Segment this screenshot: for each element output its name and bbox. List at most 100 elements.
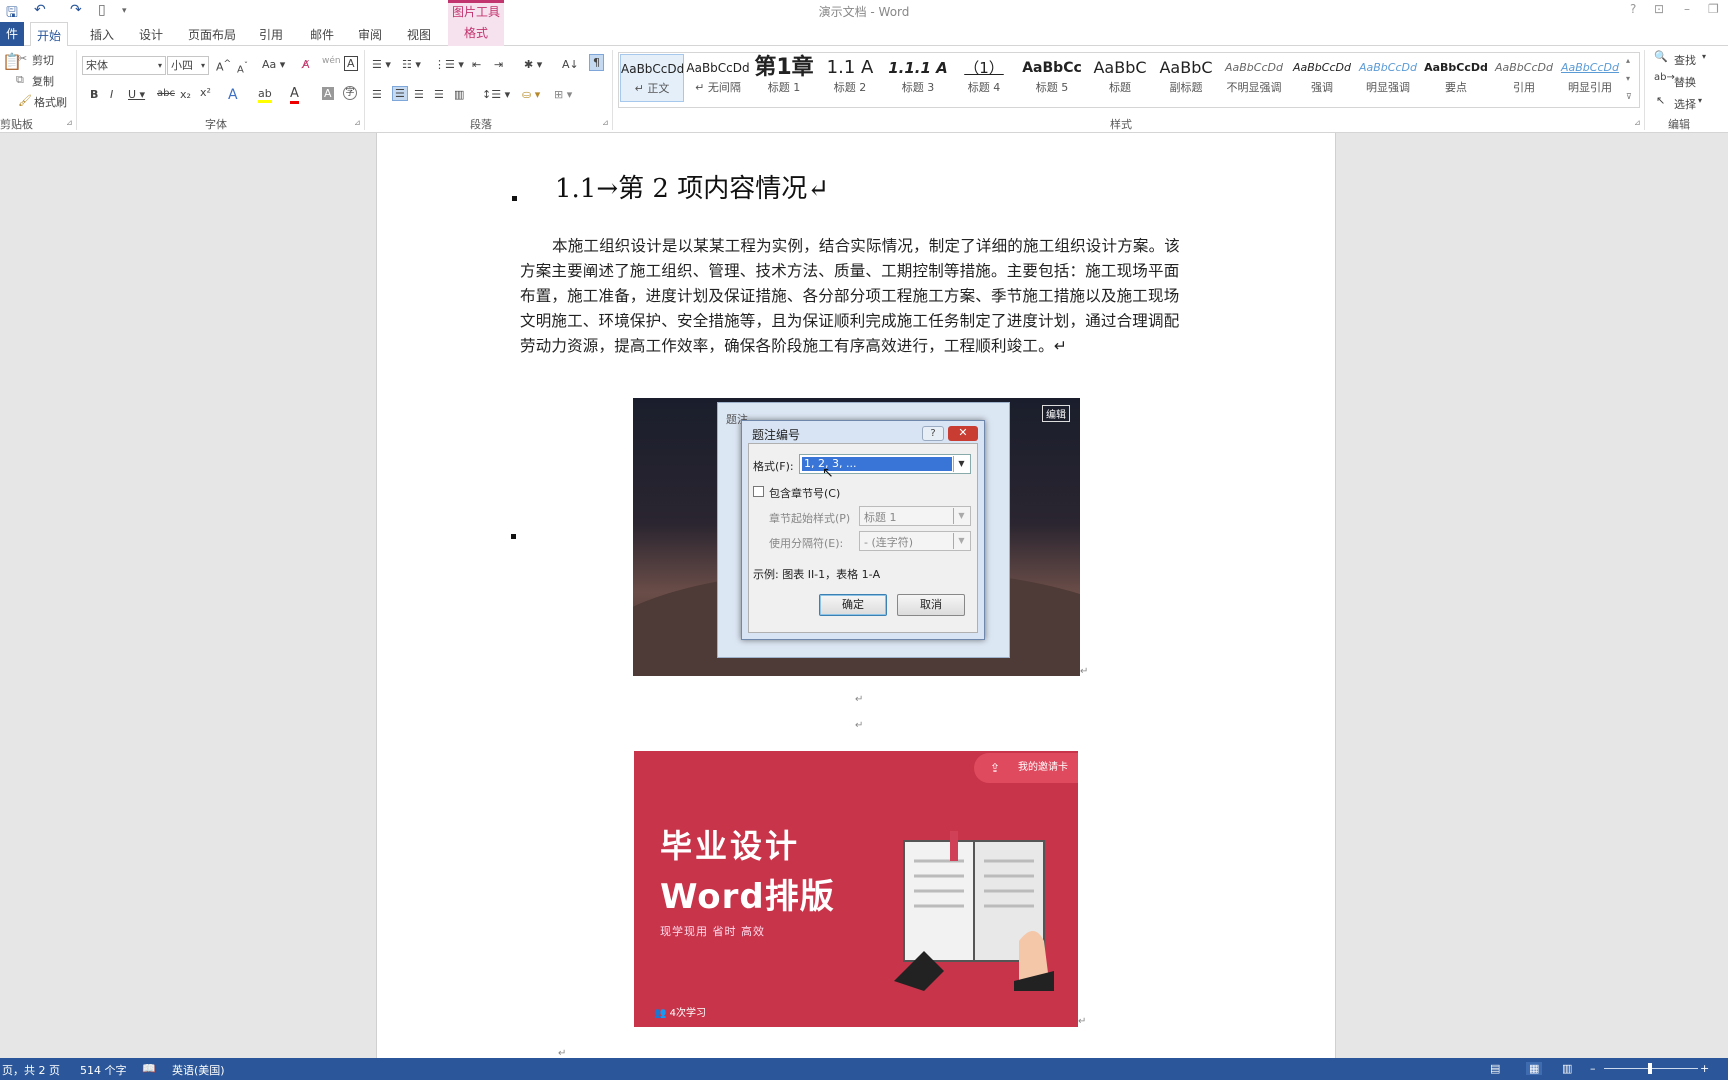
styles-launcher-icon[interactable]: ⊿ xyxy=(1634,118,1641,127)
style-intense-quote[interactable]: AaBbCcDd 明显引用 xyxy=(1558,54,1622,102)
format-painter-button[interactable]: 格式刷 xyxy=(34,94,67,110)
include-chapter-label[interactable]: 包含章节号(C) xyxy=(769,485,840,501)
style-heading-5[interactable]: AaBbCc 标题 5 xyxy=(1020,54,1084,102)
change-case-icon[interactable]: Aa ▾ xyxy=(262,58,285,71)
maximize-icon[interactable]: ❐ xyxy=(1708,2,1719,16)
numbering-icon[interactable]: ☷ ▾ xyxy=(402,58,421,71)
style-no-spacing[interactable]: AaBbCcDd ↵ 无间隔 xyxy=(686,54,750,102)
cancel-button[interactable]: 取消 xyxy=(897,594,965,616)
web-layout-icon[interactable]: ▥ xyxy=(1562,1062,1572,1075)
tab-file[interactable]: 件 xyxy=(0,22,24,46)
style-heading-3[interactable]: 1.1.1 A 标题 3 xyxy=(886,54,950,102)
tab-insert[interactable]: 插入 xyxy=(90,26,114,43)
help-icon[interactable]: ? xyxy=(1630,2,1636,16)
align-left-icon[interactable]: ☰ xyxy=(372,88,382,101)
style-emphasis[interactable]: AaBbCcDd 强调 xyxy=(1290,54,1354,102)
read-mode-icon[interactable]: ▤ xyxy=(1490,1062,1500,1075)
tab-references[interactable]: 引用 xyxy=(259,26,283,43)
subscript-icon[interactable]: x₂ xyxy=(180,88,191,101)
find-button[interactable]: 查找 xyxy=(1674,52,1696,68)
chevron-down-icon[interactable]: ▾ xyxy=(1698,96,1702,105)
zoom-in-icon[interactable]: + xyxy=(1700,1062,1709,1075)
style-quote[interactable]: AaBbCcDd 引用 xyxy=(1492,54,1556,102)
page-count[interactable]: 页，共 2 页 xyxy=(2,1062,60,1078)
phonetic-guide-icon[interactable]: wén xyxy=(322,56,341,66)
word-count[interactable]: 514 个字 xyxy=(80,1062,127,1078)
multilevel-list-icon[interactable]: ⋮☰ ▾ xyxy=(434,58,464,71)
increase-indent-icon[interactable]: ⇥ xyxy=(494,58,503,71)
style-heading-1[interactable]: 第1章 标题 1 xyxy=(752,54,816,102)
style-intense-emphasis[interactable]: AaBbCcDd 明显强调 xyxy=(1356,54,1420,102)
highlight-icon[interactable]: ab xyxy=(258,87,272,103)
clipboard-launcher-icon[interactable]: ⊿ xyxy=(66,118,73,127)
gallery-more-icon[interactable]: ⊽ xyxy=(1626,92,1632,101)
cut-button[interactable]: 剪切 xyxy=(32,52,54,68)
zoom-slider-thumb[interactable] xyxy=(1648,1063,1652,1074)
close-button[interactable]: ✕ xyxy=(948,426,978,441)
font-launcher-icon[interactable]: ⊿ xyxy=(354,118,361,127)
underline-icon[interactable]: U ▾ xyxy=(128,88,145,101)
chevron-down-icon[interactable]: ▾ xyxy=(1702,52,1706,61)
gallery-down-icon[interactable]: ▾ xyxy=(1626,74,1630,83)
include-chapter-checkbox[interactable] xyxy=(753,486,764,497)
font-size-select[interactable]: 小四 ▾ xyxy=(167,56,209,75)
italic-icon[interactable]: I xyxy=(110,88,113,101)
style-subtle-emphasis[interactable]: AaBbCcDd 不明显强调 xyxy=(1222,54,1286,102)
tab-view[interactable]: 视图 xyxy=(407,26,431,43)
print-layout-icon[interactable]: ▦ xyxy=(1526,1062,1543,1075)
text-effects-icon[interactable]: A xyxy=(228,87,238,103)
body-paragraph[interactable]: 本施工组织设计是以某某工程为实例，结合实际情况，制定了详细的施工组织设计方案。该… xyxy=(520,234,1186,359)
borders-icon[interactable]: ⊞ ▾ xyxy=(554,88,572,101)
select-button[interactable]: 选择 xyxy=(1674,96,1696,112)
tab-format[interactable]: 格式 xyxy=(448,22,504,46)
style-heading-2[interactable]: 1.1 A 标题 2 xyxy=(818,54,882,102)
enclose-characters-icon[interactable]: 字 xyxy=(343,86,357,100)
align-right-icon[interactable]: ☰ xyxy=(414,88,424,101)
tab-mailings[interactable]: 邮件 xyxy=(310,26,334,43)
tab-home[interactable]: 开始 xyxy=(30,22,69,47)
style-subtitle[interactable]: AaBbC 副标题 xyxy=(1154,54,1218,102)
tab-layout[interactable]: 页面布局 xyxy=(188,26,236,43)
superscript-icon[interactable]: x² xyxy=(200,86,211,99)
show-marks-icon[interactable]: ¶ xyxy=(589,54,604,71)
sort-icon[interactable]: A↓ xyxy=(562,58,579,71)
distributed-icon[interactable]: ▥ xyxy=(454,88,464,101)
strikethrough-icon[interactable]: abc xyxy=(157,88,175,99)
grow-font-icon[interactable]: A^ xyxy=(216,58,231,74)
shading-icon[interactable]: ⛀ ▾ xyxy=(522,88,540,101)
shrink-font-icon[interactable]: Aˇ xyxy=(237,60,248,75)
line-spacing-icon[interactable]: ↕☰ ▾ xyxy=(482,88,510,101)
bold-icon[interactable]: B xyxy=(90,88,98,101)
gallery-up-icon[interactable]: ▴ xyxy=(1626,56,1630,65)
clear-formatting-icon[interactable]: A̸ xyxy=(302,58,310,71)
zoom-out-icon[interactable]: – xyxy=(1590,1062,1596,1075)
proofing-icon[interactable]: 📖 xyxy=(142,1062,156,1075)
style-heading-4[interactable]: （1） 标题 4 xyxy=(952,54,1016,102)
paragraph-launcher-icon[interactable]: ⊿ xyxy=(602,118,609,127)
separator-select[interactable]: - (连字符) ▼ xyxy=(859,531,971,551)
ok-button[interactable]: 确定 xyxy=(819,594,887,616)
character-shading-icon[interactable]: A xyxy=(322,87,334,100)
bullets-icon[interactable]: ☰ ▾ xyxy=(372,58,391,71)
tab-review[interactable]: 审阅 xyxy=(358,26,382,43)
decrease-indent-icon[interactable]: ⇤ xyxy=(472,58,481,71)
help-button[interactable]: ? xyxy=(922,426,944,441)
heading-1-1[interactable]: 1.1→第 2 项内容情况↵ xyxy=(555,168,829,205)
language[interactable]: 英语(美国) xyxy=(172,1062,225,1078)
ribbon-display-icon[interactable]: ⊡ xyxy=(1654,2,1664,16)
style-title[interactable]: AaBbC 标题 xyxy=(1088,54,1152,102)
font-name-select[interactable]: 宋体 ▾ xyxy=(82,56,166,75)
align-center-icon[interactable]: ☰ xyxy=(392,86,408,101)
font-color-icon[interactable]: A xyxy=(290,86,299,104)
chapter-style-select[interactable]: 标题 1 ▼ xyxy=(859,506,971,526)
justify-icon[interactable]: ☰ xyxy=(434,88,444,101)
style-strong[interactable]: AaBbCcDd 要点 xyxy=(1424,54,1488,102)
style-normal[interactable]: AaBbCcDd ↵ 正文 xyxy=(620,54,684,102)
replace-button[interactable]: 替换 xyxy=(1674,74,1696,90)
word-course-image[interactable]: 我的邀请卡 ⇪ 毕业设计 Word排版 现学现用 省时 高效 👥 4次学习 xyxy=(634,751,1078,1027)
chinese-layout-icon[interactable]: ✱ ▾ xyxy=(524,58,542,71)
character-border-icon[interactable]: A xyxy=(344,56,358,71)
tab-design[interactable]: 设计 xyxy=(139,26,163,43)
chevron-down-icon[interactable]: ▼ xyxy=(953,456,969,472)
copy-button[interactable]: 复制 xyxy=(32,73,54,89)
